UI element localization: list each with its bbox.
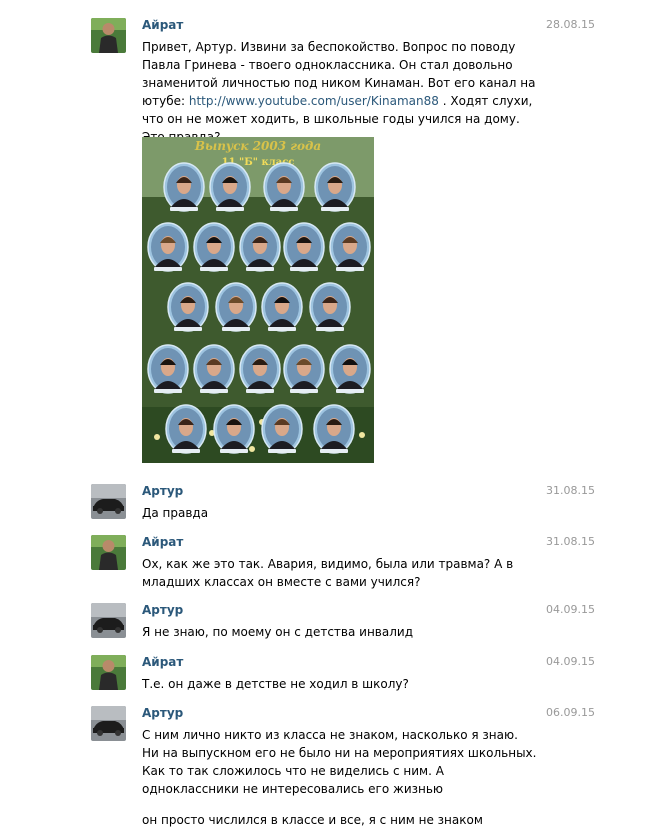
photo-flower xyxy=(249,446,255,452)
portrait-nameplate xyxy=(321,207,349,211)
portrait-nameplate xyxy=(172,449,200,453)
message: Айрат 28.08.15 Привет, Артур. Извини за … xyxy=(0,18,669,468)
message-text: Ох, как же это так. Авария, видимо, была… xyxy=(142,557,514,589)
message-date[interactable]: 04.09.15 xyxy=(546,655,595,669)
portrait-nameplate xyxy=(270,207,298,211)
portrait-nameplate xyxy=(222,327,250,331)
portrait-nameplate xyxy=(220,449,248,453)
avatar-airat[interactable] xyxy=(91,18,126,53)
message-text: Я не знаю, по моему он с детства инвалид xyxy=(142,625,414,639)
author-name[interactable]: Айрат xyxy=(142,655,183,669)
author-name[interactable]: Артур xyxy=(142,484,183,498)
photo-flower xyxy=(154,434,160,440)
message-text: Привет, Артур. Извини за беспокойство. В… xyxy=(142,38,537,146)
avatar-airat[interactable] xyxy=(91,535,126,570)
message: Артур 04.09.15 Я не знаю, по моему он с … xyxy=(0,603,669,643)
avatar-artur[interactable] xyxy=(91,706,126,741)
portrait-nameplate xyxy=(290,389,318,393)
message-text: Да правда xyxy=(142,506,209,520)
message: Артур 06.09.15 С ним лично никто из клас… xyxy=(0,706,669,833)
author-name[interactable]: Айрат xyxy=(142,535,183,549)
portrait-nameplate xyxy=(336,389,364,393)
portrait-nameplate xyxy=(316,327,344,331)
author-name[interactable]: Артур xyxy=(142,603,183,617)
message: Айрат 31.08.15 Ох, как же это так. Авари… xyxy=(0,535,669,590)
photo-banner: Выпуск 2003 года xyxy=(194,139,321,153)
portrait-nameplate xyxy=(246,267,274,271)
portrait-nameplate xyxy=(268,449,296,453)
portrait-nameplate xyxy=(200,389,228,393)
portrait-nameplate xyxy=(336,267,364,271)
message-date[interactable]: 06.09.15 xyxy=(546,706,595,720)
photo-flower xyxy=(359,432,365,438)
message-text: С ним лично никто из класса не знаком, н… xyxy=(142,726,537,829)
message-text: Т.е. он даже в детстве не ходил в школу? xyxy=(142,677,409,691)
avatar-artur[interactable] xyxy=(91,484,126,519)
portrait-nameplate xyxy=(154,389,182,393)
portrait-nameplate xyxy=(246,389,274,393)
message-paragraph: С ним лично никто из класса не знаком, н… xyxy=(142,728,537,796)
message: Айрат 04.09.15 Т.е. он даже в детстве не… xyxy=(0,655,669,695)
attached-photo[interactable]: Выпуск 2003 года 11 "Б" класс xyxy=(142,137,374,463)
portrait-nameplate xyxy=(154,267,182,271)
portrait-nameplate xyxy=(216,207,244,211)
portrait-nameplate xyxy=(174,327,202,331)
avatar-artur[interactable] xyxy=(91,603,126,638)
message-date[interactable]: 31.08.15 xyxy=(546,484,595,498)
portrait-nameplate xyxy=(320,449,348,453)
avatar-airat[interactable] xyxy=(91,655,126,690)
message-paragraph: он просто числился в классе и все, я с н… xyxy=(142,813,483,827)
author-name[interactable]: Артур xyxy=(142,706,183,720)
portrait-nameplate xyxy=(200,267,228,271)
portrait-nameplate xyxy=(290,267,318,271)
author-name[interactable]: Айрат xyxy=(142,18,183,32)
message-date[interactable]: 04.09.15 xyxy=(546,603,595,617)
youtube-link[interactable]: http://www.youtube.com/user/Kinaman88 xyxy=(189,94,439,108)
message-date[interactable]: 31.08.15 xyxy=(546,535,595,549)
message-date[interactable]: 28.08.15 xyxy=(546,18,595,32)
portrait-nameplate xyxy=(268,327,296,331)
portrait-nameplate xyxy=(170,207,198,211)
message: Артур 31.08.15 Да правда xyxy=(0,484,669,524)
